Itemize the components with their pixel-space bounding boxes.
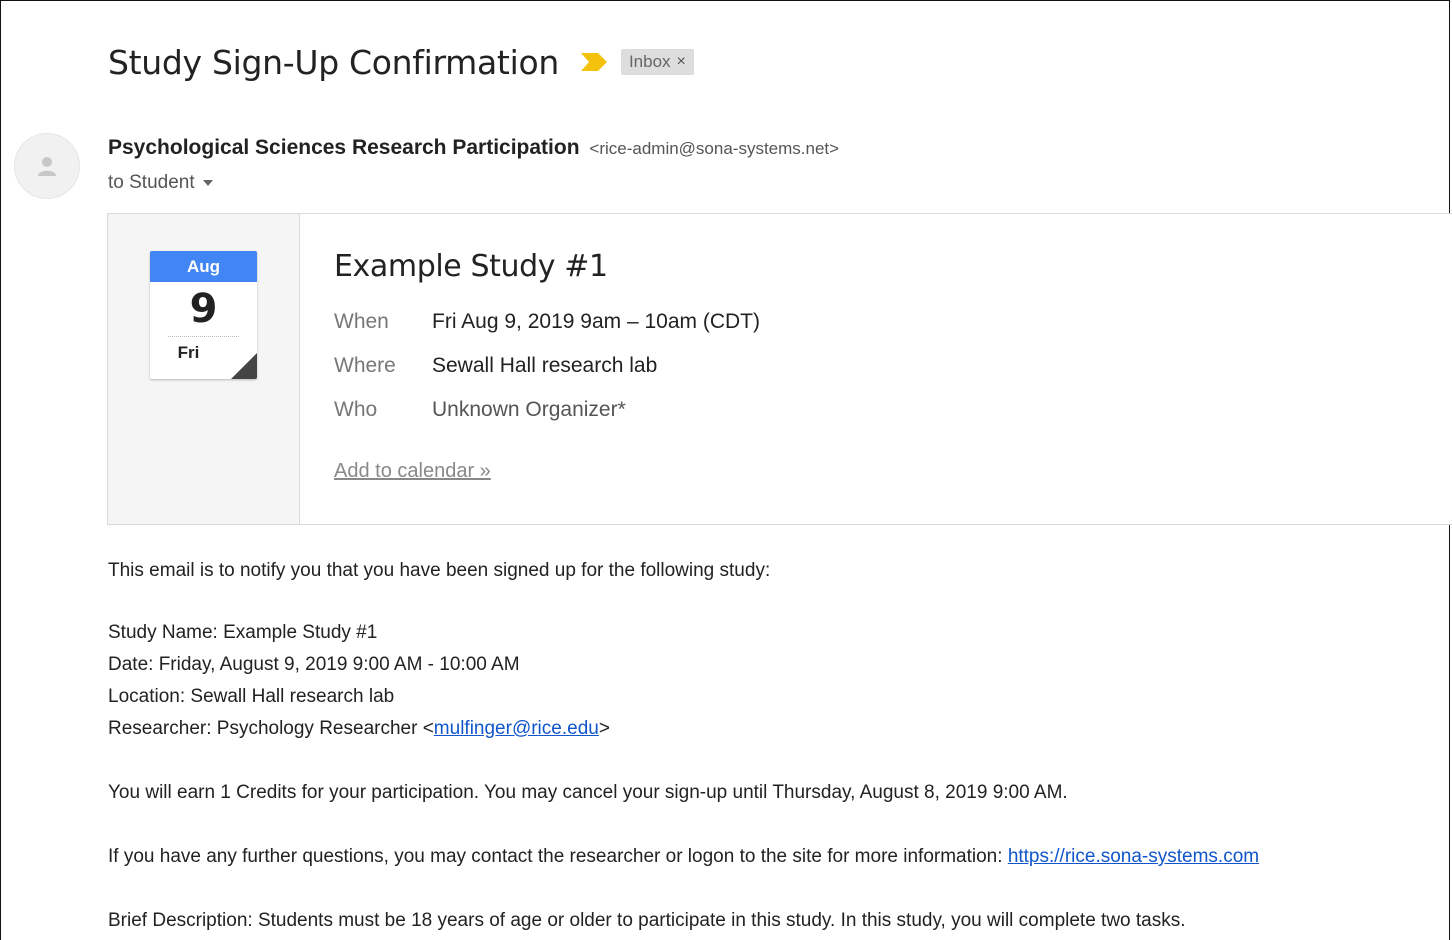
caret-down-icon [202, 180, 213, 186]
event-when-row: When Fri Aug 9, 2019 9am – 10am (CDT) [334, 310, 760, 334]
sender-row: Psychological Sciences Research Particip… [108, 136, 839, 160]
email-subject: Study Sign-Up Confirmation [108, 42, 559, 82]
event-who-label: Who [334, 398, 378, 421]
recipient-text: to Student [108, 172, 195, 193]
body-intro: This email is to notify you that you hav… [108, 560, 771, 581]
event-who-row: Who Unknown Organizer* [334, 398, 626, 422]
inbox-label-chip: Inbox × [620, 49, 694, 75]
event-title: Example Study #1 [334, 249, 608, 284]
body-questions: If you have any further questions, you m… [108, 841, 1259, 873]
event-where-row: Where Sewall Hall research lab [334, 354, 657, 378]
event-when-value: Fri Aug 9, 2019 9am – 10am (CDT) [432, 310, 760, 333]
sender-email: <rice-admin@sona-systems.net> [589, 139, 840, 158]
calendar-page-fold [231, 353, 257, 379]
body-location: Location: Sewall Hall research lab [108, 686, 395, 707]
inbox-label-text: Inbox [628, 52, 671, 71]
calendar-separator [168, 336, 239, 337]
event-where-value: Sewall Hall research lab [432, 354, 658, 377]
event-who-value: Unknown Organizer* [432, 398, 626, 421]
event-where-label: Where [334, 354, 396, 377]
body-credits: You will earn 1 Credits for your partici… [108, 782, 1068, 803]
add-to-calendar-link[interactable]: Add to calendar » [334, 460, 491, 483]
site-link[interactable]: https://rice.sona-systems.com [1008, 846, 1259, 867]
sender-avatar [14, 133, 80, 199]
sender-name: Psychological Sciences Research Particip… [108, 136, 580, 159]
recipient-details-toggle[interactable]: to Student [108, 172, 213, 194]
body-researcher: Researcher: Psychology Researcher <mulfi… [108, 713, 610, 745]
event-when-label: When [334, 310, 389, 333]
person-icon [38, 157, 56, 176]
researcher-prefix: Researcher: Psychology Researcher < [108, 718, 434, 739]
body-date: Date: Friday, August 9, 2019 9:00 AM - 1… [108, 654, 520, 675]
event-card-sidebar: Aug 9 Fri [108, 214, 300, 524]
remove-label-icon[interactable]: × [677, 53, 686, 71]
body-description: Brief Description: Students must be 18 y… [108, 910, 1186, 931]
body-study-name: Study Name: Example Study #1 [108, 622, 378, 643]
calendar-icon: Aug 9 Fri [150, 251, 257, 379]
importance-marker-icon[interactable] [580, 53, 607, 71]
researcher-suffix: > [598, 718, 610, 739]
researcher-email-link[interactable]: mulfinger@rice.edu [434, 718, 599, 739]
event-card: Aug 9 Fri Example Study #1 When Fri Aug … [107, 213, 1452, 525]
calendar-month: Aug [150, 251, 257, 282]
subject-row: Study Sign-Up Confirmation Inbox × [108, 40, 694, 84]
calendar-day: 9 [189, 286, 218, 332]
questions-text: If you have any further questions, you m… [108, 846, 1008, 867]
